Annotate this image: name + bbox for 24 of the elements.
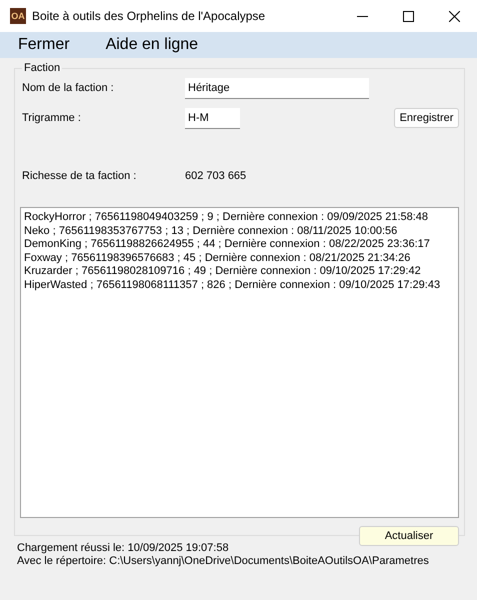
list-item[interactable]: Foxway ; 76561198396576683 ; 45 ; Dernière connexion : 08/21/2025 21:34:26 <box>24 252 455 265</box>
save-button[interactable]: Enregistrer <box>394 108 459 128</box>
field-label: Trigramme : <box>21 112 82 124</box>
input-field[interactable]: Héritage <box>185 78 369 98</box>
list-item[interactable]: Kruzarder ; 76561198028109716 ; 49 ; Dernière connexion : 09/10/2025 17:29:42 <box>24 265 455 278</box>
window-title: Boite à outils des Orphelins de l'Apocalypse <box>32 9 266 23</box>
list-item[interactable]: RockyHorror ; 76561198049403259 ; 9 ; Dernière connexion : 09/09/2025 21:58:48 <box>24 211 455 224</box>
maximize-icon[interactable] <box>402 10 414 22</box>
group-title: Faction <box>23 62 62 74</box>
list-item[interactable]: DemonKing ; 76561198826624955 ; 44 ; Dernière connexion : 08/22/2025 23:36:17 <box>24 238 455 252</box>
close-icon[interactable] <box>448 10 460 22</box>
app-icon: OA <box>10 8 26 24</box>
input-field[interactable]: H-M <box>185 108 240 128</box>
member-list[interactable] <box>20 207 459 518</box>
refresh-button[interactable]: Actualiser <box>359 526 459 546</box>
menu-item[interactable]: Fermer <box>10 36 78 54</box>
list-item[interactable]: Neko ; 76561198353767753 ; 13 ; Dernière connexion : 08/11/2025 10:00:56 <box>24 224 455 238</box>
wealth-value: 602 703 665 <box>185 170 246 182</box>
list-item[interactable]: HiperWasted ; 76561198068111357 ; 826 ; Dernière connexion : 09/10/2025 17:29:43 <box>24 278 455 292</box>
status-text: Chargement réussi le: 10/09/2025 19:07:58 <box>17 542 230 555</box>
status-text: Avec le répertoire: C:\Users\yannj\OneDrive\Documents\BoiteAOutilsOA\Parametres <box>17 555 430 568</box>
field-label: Nom de la faction : <box>21 82 115 94</box>
field-label: Richesse de ta faction : <box>21 170 138 182</box>
menu-item[interactable]: Aide en ligne <box>98 36 206 54</box>
